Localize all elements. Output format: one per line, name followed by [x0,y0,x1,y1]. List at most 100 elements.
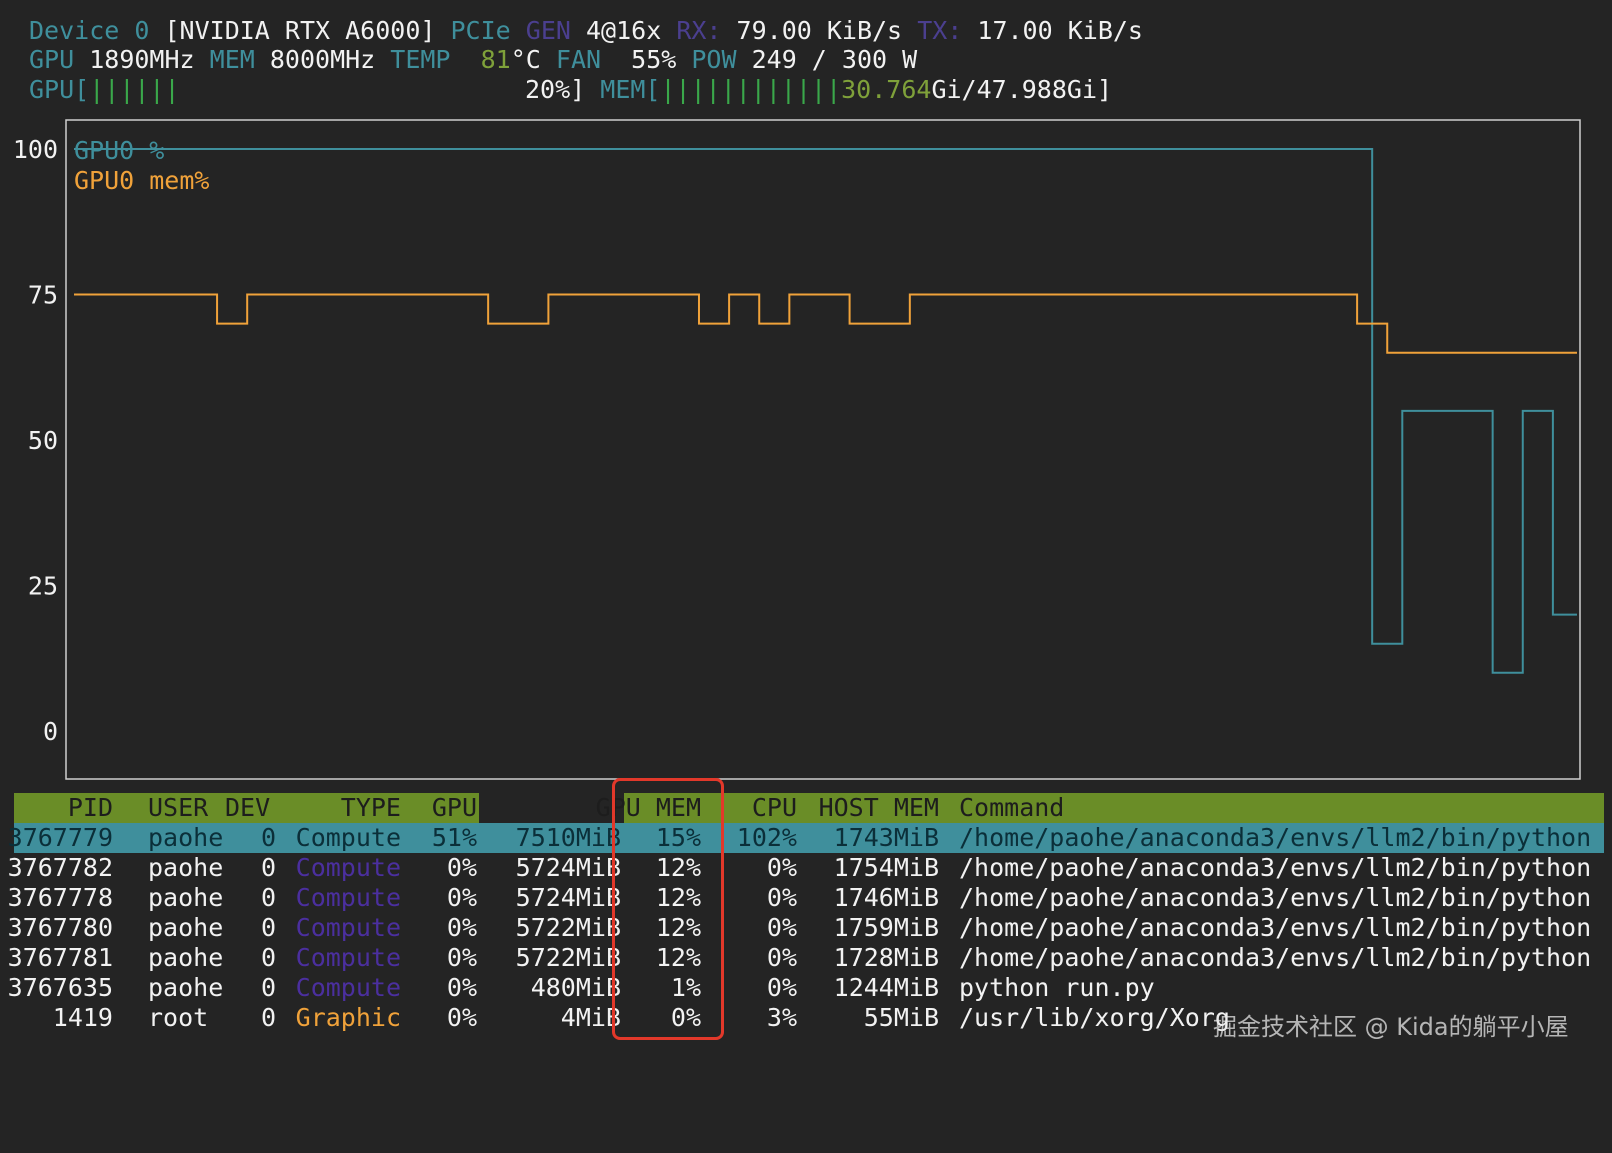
table-header: PID USER DEV TYPE GPU GPU MEM CPU HOST M… [14,793,1604,823]
cell-cpu: 0% [766,973,797,1002]
highlight-box [612,778,724,1040]
usage-bars-line: GPU[|||||| [29,75,180,105]
temp-value: 81 [480,45,511,74]
pcie-label: PCIe [450,16,511,45]
col-dev[interactable]: DEV [225,793,270,823]
rx-label: RX: [676,16,722,45]
table-row[interactable]: 3767782 paohe 0 Compute 0% 5724MiB 12% 0% 1754Mi… [8,853,1604,883]
table-row[interactable]: 3767780 paohe 0 Compute 0% 5722MiB 12% 0% 1759Mi… [8,913,1604,943]
cell-type: Graphic [295,1003,401,1032]
fan-label: FAN [555,45,602,74]
temp-unit: °C [510,45,541,74]
table-row[interactable]: 3767781 paohe 0 Compute 0% 5722MiB 12% 0% 1728Mi… [8,943,1604,973]
cell-pid: 1419 [52,1003,113,1032]
cell-dev: 0 [260,823,276,852]
col-user[interactable]: USER [148,793,208,823]
cell-host-mem: 1244MiB [833,973,939,1002]
cell-command: python run.py [959,973,1155,1002]
cell-user: paohe [148,943,224,972]
cell-type: Compute [295,823,401,852]
y-tick-label: 75 [28,281,58,310]
cell-command: /home/paohe/anaconda3/envs/llm2/bin/pyth… [959,913,1592,942]
tx-label: TX: [917,16,963,45]
clock-info-line: GPU 1890MHz MEM 8000MHz TEMP 81°C FAN 55… [29,45,917,75]
cell-host-mem: 1759MiB [833,913,939,942]
y-tick-label: 0 [43,717,58,746]
cell-type: Compute [295,883,401,912]
cell-cpu: 102% [736,823,797,852]
cell-gpu: 0% [446,973,477,1002]
fan-value: 55% [631,45,677,74]
cell-user: paohe [148,973,224,1002]
mem-usage-bar: |||||||||||| [660,75,842,104]
cell-host-mem: 55MiB [863,1003,939,1032]
table-row[interactable]: 3767779 paohe 0 Compute 51% 7510MiB 15% 102% 174… [8,823,1604,853]
cell-gpu-mem: 7510MiB [515,823,621,852]
cell-command: /home/paohe/anaconda3/envs/llm2/bin/pyth… [959,883,1592,912]
cell-gpu-mem: 480MiB [530,973,621,1002]
device-index: 0 [134,16,150,45]
cell-pid: 3767781 [7,943,113,972]
mem-total-value: Gi/47.988Gi] [931,75,1113,104]
cell-pid: 3767782 [7,853,113,882]
cell-host-mem: 1746MiB [833,883,939,912]
col-pid[interactable]: PID [68,793,113,823]
col-command[interactable]: Command [959,793,1064,823]
cell-user: paohe [148,823,224,852]
cell-user: paohe [148,853,224,882]
mem-clock-value: 8000MHz [269,45,376,74]
table-row[interactable]: 3767778 paohe 0 Compute 0% 5724MiB 12% 0% 1746Mi… [8,883,1604,913]
cell-gpu: 0% [446,853,477,882]
mem-bar-label: MEM[ [600,75,661,104]
cell-gpu: 0% [446,883,477,912]
cell-gpu-mem: 5722MiB [515,913,621,942]
cell-pid: 3767778 [7,883,113,912]
gen-value: 4@16x [586,16,662,45]
chart-frame [65,119,1581,780]
mem-clock-label: MEM [209,45,255,74]
cell-cpu: 0% [766,913,797,942]
cell-pid: 3767635 [7,973,113,1002]
cell-user: root [148,1003,209,1032]
process-table: PID USER DEV TYPE GPU GPU MEM CPU HOST M… [8,793,1604,1033]
cell-user: paohe [148,883,224,912]
cell-cpu: 3% [766,1003,797,1032]
col-cpu[interactable]: CPU [752,793,797,823]
temp-label: TEMP [390,45,451,74]
gpu-bar-label: GPU[ [29,75,90,104]
cell-cpu: 0% [766,943,797,972]
cell-dev: 0 [260,973,276,1002]
watermark-text: 掘金技术社区 @ Kida的躺平小屋 [1213,1013,1569,1041]
cell-command: /home/paohe/anaconda3/envs/llm2/bin/pyth… [959,823,1592,852]
mem-used-value: 30.764 [841,75,932,104]
cell-gpu-mem: 5724MiB [515,853,621,882]
cell-host-mem: 1743MiB [833,823,939,852]
col-host-mem[interactable]: HOST MEM [819,793,939,823]
cell-command: /usr/lib/xorg/Xorg [959,1003,1230,1032]
gpu-clock-label: GPU [29,45,75,74]
cell-cpu: 0% [766,883,797,912]
cell-dev: 0 [260,943,276,972]
pow-label: POW [691,45,737,74]
pow-value: 249 / 300 W [751,45,918,74]
cell-cpu: 0% [766,853,797,882]
cell-command: /home/paohe/anaconda3/envs/llm2/bin/pyth… [959,853,1592,882]
cell-type: Compute [295,853,401,882]
cell-pid: 3767779 [7,823,113,852]
col-gpu[interactable]: GPU [432,793,477,823]
device-label: Device [29,16,120,45]
table-row[interactable]: 3767635 paohe 0 Compute 0% 480MiB 1% 0% 1244MiB p… [8,973,1604,1003]
gpu-usage-value: 20%] [525,75,586,104]
legend-gpu-mem: GPU0 mem% [74,166,209,195]
tx-value: 17.00 KiB/s [977,16,1143,45]
gen-label: GEN [525,16,571,45]
cell-dev: 0 [260,853,276,882]
cell-gpu-mem: 5724MiB [515,883,621,912]
y-axis-ticks: 100 75 50 25 0 [13,135,58,746]
cell-gpu: 0% [446,1003,477,1032]
device-info-line: Device 0 [NVIDIA RTX A6000] PCIe GEN 4@1… [29,16,1143,46]
gpu-usage-bar: |||||| [89,75,180,104]
col-type[interactable]: TYPE [341,793,401,823]
cell-user: paohe [148,913,224,942]
cell-gpu: 51% [431,823,477,852]
